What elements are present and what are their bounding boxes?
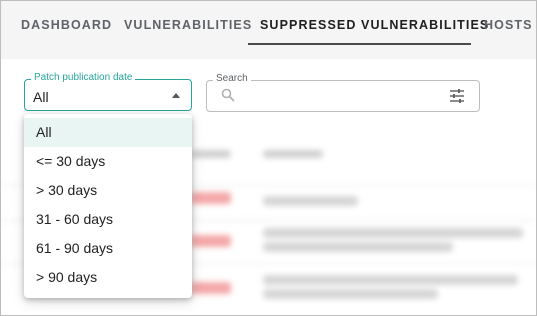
caret-up-icon[interactable] (172, 93, 180, 98)
filter-settings-icon[interactable] (449, 88, 465, 104)
patch-date-dropdown-menu: All <= 30 days > 30 days 31 - 60 days 61… (24, 114, 192, 298)
search-icon (221, 88, 235, 102)
patch-publication-date-label: Patch publication date (31, 72, 136, 83)
option-over-30-days[interactable]: > 30 days (24, 176, 192, 205)
patch-publication-date-value[interactable]: All (33, 89, 49, 105)
patch-publication-date-select[interactable] (24, 79, 192, 111)
tab-bar: DASHBOARD VULNERABILITIES SUPPRESSED VUL… (1, 1, 536, 59)
tab-hosts[interactable]: HOSTS (484, 18, 533, 32)
option-all[interactable]: All (24, 118, 192, 147)
tab-vulnerabilities[interactable]: VULNERABILITIES (124, 18, 252, 32)
search-input[interactable] (240, 87, 439, 107)
option-61-90-days[interactable]: 61 - 90 days (24, 234, 192, 263)
tab-dashboard[interactable]: DASHBOARD (21, 18, 112, 32)
tab-suppressed-vulnerabilities[interactable]: SUPPRESSED VULNERABILITIES (260, 18, 489, 32)
option-30-days-or-less[interactable]: <= 30 days (24, 147, 192, 176)
option-31-60-days[interactable]: 31 - 60 days (24, 205, 192, 234)
active-tab-indicator (248, 43, 471, 45)
search-label: Search (213, 73, 251, 84)
option-over-90-days[interactable]: > 90 days (24, 263, 192, 292)
